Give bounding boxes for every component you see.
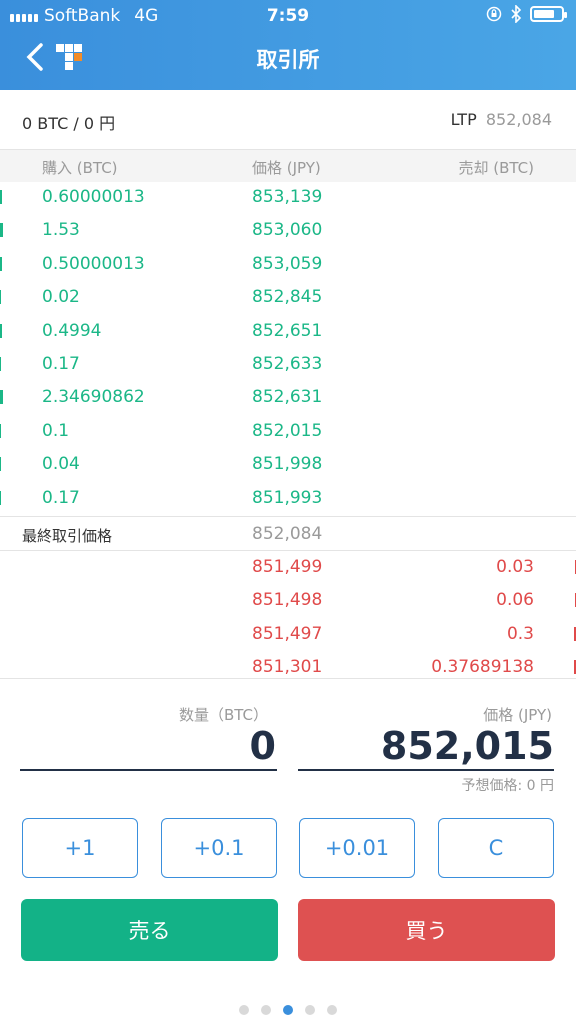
bid-price: 852,651 (252, 320, 323, 341)
bid-row[interactable]: 0.4994 852,651 (0, 315, 576, 348)
plus-point-one-button[interactable]: +0.1 (161, 818, 277, 878)
bid-depth-bar (0, 323, 2, 338)
bid-quantity: 0.17 (42, 354, 80, 374)
status-bar: SoftBank 4G 7:59 (0, 0, 576, 32)
bid-price: 851,993 (252, 487, 323, 508)
bid-depth-bar (0, 490, 1, 505)
bid-price: 852,631 (252, 387, 323, 408)
page-dot[interactable] (239, 1005, 249, 1015)
bid-price: 851,998 (252, 454, 323, 475)
divider (0, 678, 576, 679)
ask-quantity: 0.03 (496, 557, 534, 577)
ltp-label: LTP (450, 110, 477, 129)
bid-row[interactable]: 0.17 852,633 (0, 348, 576, 381)
bid-row[interactable]: 0.02 852,845 (0, 281, 576, 314)
bid-quantity: 0.50000013 (42, 253, 145, 274)
bid-row[interactable]: 2.34690862 852,631 (0, 381, 576, 414)
last-trade-price: 852,084 (252, 524, 323, 544)
order-book-header: 購入 (BTC) 価格 (JPY) 売却 (BTC) (0, 150, 576, 182)
bid-row[interactable]: 0.1 852,015 (0, 415, 576, 448)
quantity-label: 数量（BTC） (178, 706, 268, 724)
bid-depth-bar (0, 423, 1, 438)
ask-quantity: 0.3 (506, 623, 534, 644)
bid-row[interactable]: 1.53 853,060 (0, 214, 576, 247)
page-dot[interactable] (283, 1005, 293, 1015)
bid-depth-bar (0, 190, 2, 204)
bid-price: 853,060 (252, 220, 323, 241)
bid-price: 852,633 (252, 354, 323, 374)
bid-quantity: 0.1 (42, 420, 70, 441)
ask-quantity: 0.06 (496, 590, 534, 611)
bid-quantity: 0.4994 (42, 320, 102, 341)
bid-depth-bar (0, 357, 1, 371)
bid-depth-bar (0, 390, 3, 405)
clear-button[interactable]: C (438, 818, 554, 878)
bluetooth-icon (511, 5, 522, 23)
top-bar: SoftBank 4G 7:59 取引所 (0, 0, 576, 90)
bid-row[interactable]: 0.60000013 853,139 (0, 181, 576, 214)
price-column-header: 価格 (JPY) (252, 159, 321, 177)
bid-quantity: 0.17 (42, 487, 80, 508)
bid-depth-bar (0, 223, 3, 238)
bid-quantity: 0.04 (42, 454, 80, 475)
ask-row[interactable]: 851,498 0.06 (0, 584, 576, 617)
bid-depth-bar (0, 256, 2, 271)
balance-row: 0 BTC / 0 円 LTP 852,084 (0, 90, 576, 150)
battery-icon (530, 6, 567, 22)
ask-row[interactable]: 851,301 0.37689138 (0, 651, 576, 684)
bid-row[interactable]: 0.17 851,993 (0, 482, 576, 515)
price-underline (298, 769, 554, 771)
buy-column-header: 購入 (BTC) (42, 159, 118, 177)
bid-price: 852,845 (252, 287, 323, 308)
plus-one-button[interactable]: +1 (22, 818, 138, 878)
bid-depth-bar (0, 290, 1, 305)
bid-price: 853,059 (252, 253, 323, 274)
bid-row[interactable]: 0.04 851,998 (0, 448, 576, 481)
ask-price: 851,301 (252, 657, 323, 678)
buy-button[interactable]: 買う (298, 899, 555, 961)
sell-column-header: 売却 (BTC) (458, 159, 534, 177)
ask-price: 851,497 (252, 623, 323, 644)
page-dot[interactable] (327, 1005, 337, 1015)
last-trade-row: 最終取引価格 852,084 (0, 516, 576, 551)
ask-row[interactable]: 851,499 0.03 (0, 551, 576, 584)
bid-price: 852,015 (252, 420, 323, 441)
page-dot[interactable] (305, 1005, 315, 1015)
ltp-value: 852,084 (485, 110, 552, 129)
bid-price: 853,139 (252, 187, 323, 207)
ask-price: 851,499 (252, 557, 323, 577)
price-label: 価格 (JPY) (483, 706, 552, 724)
bid-quantity: 1.53 (42, 220, 80, 241)
quantity-underline (20, 769, 277, 771)
bid-quantity: 0.60000013 (42, 187, 145, 207)
sell-button[interactable]: 売る (21, 899, 278, 961)
page-indicator[interactable] (0, 1005, 576, 1015)
ask-quantity: 0.37689138 (431, 657, 534, 678)
page-dot[interactable] (261, 1005, 271, 1015)
orientation-lock-icon (486, 6, 502, 22)
bid-depth-bar (0, 457, 1, 472)
ask-price: 851,498 (252, 590, 323, 611)
bid-quantity: 0.02 (42, 287, 80, 308)
status-right (486, 5, 567, 23)
page-title: 取引所 (256, 48, 320, 72)
ltp-display: LTP 852,084 (451, 110, 552, 129)
estimate-text: 予想価格: 0 円 (461, 778, 554, 794)
last-trade-label: 最終取引価格 (22, 527, 113, 545)
plus-point-zero-one-button[interactable]: +0.01 (299, 818, 415, 878)
bid-quantity: 2.34690862 (42, 387, 145, 408)
balance-text: 0 BTC / 0 円 (22, 114, 116, 133)
ask-row[interactable]: 851,497 0.3 (0, 618, 576, 651)
price-input[interactable]: 852,015 (381, 724, 554, 768)
bid-row[interactable]: 0.50000013 853,059 (0, 248, 576, 281)
quantity-input[interactable]: 0 (250, 724, 276, 768)
